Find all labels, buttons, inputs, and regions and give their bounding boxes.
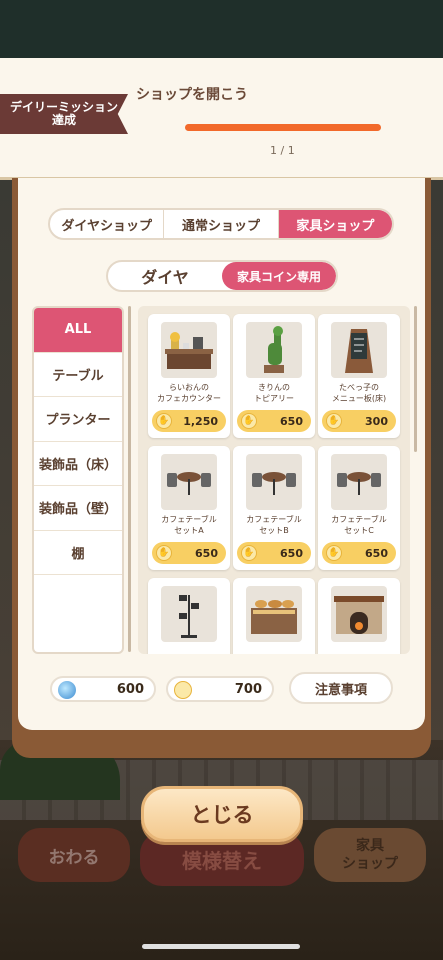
item-price[interactable]: ✋ 650 bbox=[322, 542, 396, 564]
tab-diamond[interactable]: ダイヤ bbox=[108, 262, 222, 290]
shop-type-tabs: ダイヤショップ 通常ショップ 家具ショップ bbox=[48, 208, 394, 240]
currency-tabs: ダイヤ 家具コイン専用 bbox=[106, 260, 338, 292]
item-card[interactable]: カフェテーブル セットC ✋ 650 bbox=[318, 446, 400, 570]
fireplace-icon bbox=[331, 586, 387, 642]
item-price[interactable]: ✋ 650 bbox=[237, 542, 311, 564]
tab-furniture-shop[interactable]: 家具ショップ bbox=[278, 210, 392, 238]
furniture-coin-balance: 700 bbox=[166, 676, 274, 702]
tab-normal-shop[interactable]: 通常ショップ bbox=[164, 210, 279, 238]
item-card[interactable]: たべっ子の メニュー板(床) ✋ 300 bbox=[318, 314, 400, 438]
price-value: 1,250 bbox=[183, 414, 218, 428]
giraffe-topiary-icon bbox=[246, 322, 302, 378]
furniture-coin-amount: 700 bbox=[234, 681, 262, 697]
item-price[interactable]: ✋ 650 bbox=[152, 542, 226, 564]
item-name: たべっ子の メニュー板(床) bbox=[331, 383, 387, 403]
mission-progress-count: 1 / 1 bbox=[270, 144, 295, 157]
item-name: カフェテーブル セットB bbox=[246, 515, 302, 535]
item-price[interactable]: ✋ 1,250 bbox=[152, 410, 226, 432]
category-scrollbar[interactable] bbox=[128, 306, 131, 652]
furniture-coin-icon: ✋ bbox=[241, 545, 257, 561]
item-card[interactable] bbox=[233, 578, 315, 654]
item-grid-scrollbar[interactable] bbox=[414, 306, 417, 452]
item-card[interactable] bbox=[148, 578, 230, 654]
item-price[interactable]: ✋ 300 bbox=[322, 410, 396, 432]
item-price[interactable]: ✋ 650 bbox=[237, 410, 311, 432]
diamond-amount: 600 bbox=[116, 681, 144, 697]
price-value: 300 bbox=[365, 414, 388, 428]
home-indicator[interactable] bbox=[142, 944, 300, 949]
mission-progress-bar bbox=[185, 124, 381, 131]
cafe-table-set-icon bbox=[331, 454, 387, 510]
notice-button[interactable]: 注意事項 bbox=[289, 672, 393, 704]
end-button[interactable]: おわる bbox=[18, 828, 130, 882]
tab-furniture-coin[interactable]: 家具コイン専用 bbox=[222, 262, 336, 290]
price-value: 650 bbox=[365, 546, 388, 560]
diamond-balance: 600 bbox=[50, 676, 156, 702]
item-name: きりんの トピアリー bbox=[254, 383, 294, 403]
item-name: カフェテーブル セットA bbox=[161, 515, 217, 535]
close-button[interactable]: とじる bbox=[141, 786, 303, 842]
category-table[interactable]: テーブル bbox=[34, 353, 122, 397]
price-value: 650 bbox=[280, 546, 303, 560]
furniture-coin-icon: ✋ bbox=[156, 545, 172, 561]
diamond-icon bbox=[58, 681, 76, 699]
category-all[interactable]: ALL bbox=[34, 308, 122, 353]
furniture-coin-icon: ✋ bbox=[326, 545, 342, 561]
category-wall-decor[interactable]: 装飾品（壁） bbox=[34, 486, 122, 531]
bread-shelf-icon bbox=[246, 586, 302, 642]
tab-diamond-shop[interactable]: ダイヤショップ bbox=[50, 210, 165, 238]
daily-mission-banner: デイリーミッション 達成 ショップを開こう 1 / 1 bbox=[0, 58, 443, 180]
price-value: 650 bbox=[280, 414, 303, 428]
mission-ribbon: デイリーミッション 達成 bbox=[0, 94, 128, 134]
item-card[interactable]: カフェテーブル セットB ✋ 650 bbox=[233, 446, 315, 570]
item-card[interactable] bbox=[318, 578, 400, 654]
ribbon-line2: 達成 bbox=[51, 113, 76, 127]
cafe-table-set-icon bbox=[161, 454, 217, 510]
item-name: らいおんの カフェカウンター bbox=[157, 383, 221, 403]
background-scene-top bbox=[0, 0, 443, 60]
category-list: ALL テーブル プランター 装飾品（床） 装飾品（壁） 棚 bbox=[32, 306, 124, 654]
furniture-coin-icon: ✋ bbox=[156, 413, 172, 429]
price-value: 650 bbox=[195, 546, 218, 560]
menu-board-icon bbox=[331, 322, 387, 378]
mission-title: ショップを開こう bbox=[136, 87, 248, 103]
category-floor-decor[interactable]: 装飾品（床） bbox=[34, 442, 122, 486]
floor-lamp-icon bbox=[161, 586, 217, 642]
item-card[interactable]: きりんの トピアリー ✋ 650 bbox=[233, 314, 315, 438]
item-card[interactable]: らいおんの カフェカウンター ✋ 1,250 bbox=[148, 314, 230, 438]
mission-progress-fill bbox=[185, 124, 381, 131]
category-shelf[interactable]: 棚 bbox=[34, 531, 122, 575]
cafe-table-set-icon bbox=[246, 454, 302, 510]
item-card[interactable]: カフェテーブル セットA ✋ 650 bbox=[148, 446, 230, 570]
furniture-coin-icon: ✋ bbox=[241, 413, 257, 429]
furniture-coin-icon bbox=[174, 681, 192, 699]
furniture-shop-button[interactable]: 家具 ショップ bbox=[314, 828, 426, 882]
item-grid: らいおんの カフェカウンター ✋ 1,250 きりんの トピアリー ✋ 650 たべ… bbox=[138, 306, 410, 654]
cafe-counter-icon bbox=[161, 322, 217, 378]
furniture-coin-icon: ✋ bbox=[326, 413, 342, 429]
item-name: カフェテーブル セットC bbox=[331, 515, 387, 535]
category-planter[interactable]: プランター bbox=[34, 397, 122, 442]
